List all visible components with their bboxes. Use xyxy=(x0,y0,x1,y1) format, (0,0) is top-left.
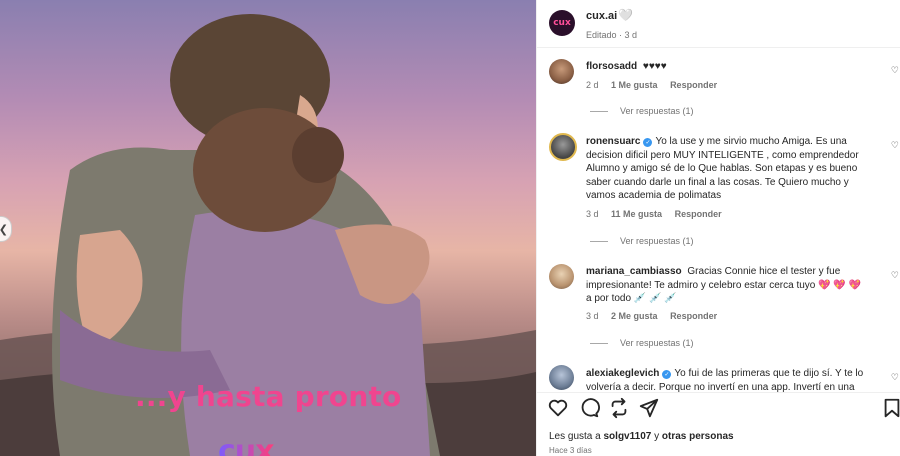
comment-likes[interactable]: 11 Me gusta xyxy=(611,209,662,219)
comment-text: ♥♥♥♥ xyxy=(642,61,667,72)
comment-age: 3 d xyxy=(586,311,599,321)
post-sidebar: cux cux.ai 🤍 Editado · 3 d florsosadd ♥♥… xyxy=(536,0,900,456)
comment-icon[interactable] xyxy=(578,397,600,419)
heart-icon[interactable] xyxy=(547,397,569,419)
edited-timestamp: Editado · 3 d xyxy=(586,30,638,40)
comment-age: 3 d xyxy=(586,209,599,219)
comment-like-heart-icon[interactable]: ♡ xyxy=(891,373,899,383)
comment-username[interactable]: ronensuarc xyxy=(586,136,640,147)
comment-likes[interactable]: 2 Me gusta xyxy=(611,311,658,321)
comment-username[interactable]: mariana_cambiasso xyxy=(586,266,682,277)
replies-divider xyxy=(590,343,608,345)
likes-and: y xyxy=(654,431,660,442)
comment-reply-button[interactable]: Responder xyxy=(670,311,717,321)
avatar[interactable] xyxy=(549,264,574,289)
author-heart-icon: 🤍 xyxy=(618,8,633,22)
avatar[interactable] xyxy=(549,59,574,84)
comment-username[interactable]: alexiakeglevich xyxy=(586,368,659,379)
post-image[interactable]: ❮ ...y hasta pronto cux xyxy=(0,0,536,456)
image-logo: cux xyxy=(218,434,274,456)
author-username[interactable]: cux.ai xyxy=(586,10,617,22)
post-actions-bar: Les gusta a solgv1107 y otras personas H… xyxy=(537,392,900,456)
avatar[interactable] xyxy=(549,365,574,390)
comment-like-heart-icon[interactable]: ♡ xyxy=(891,141,899,151)
replies-divider xyxy=(590,111,608,113)
repost-icon[interactable] xyxy=(608,397,630,419)
send-icon[interactable] xyxy=(638,397,660,419)
comment-reply-button[interactable]: Responder xyxy=(675,209,722,219)
comment-age: 2 d xyxy=(586,80,599,90)
view-replies-label: Ver respuestas (1) xyxy=(620,236,694,246)
view-replies-label: Ver respuestas (1) xyxy=(620,338,694,348)
image-caption-text: ...y hasta pronto xyxy=(135,380,402,413)
likes-prefix: Les gusta a xyxy=(549,431,601,442)
view-replies-button[interactable]: Ver respuestas (1) xyxy=(590,338,694,348)
post-date: Hace 3 días xyxy=(549,446,592,455)
likes-user-link[interactable]: solgv1107 xyxy=(604,431,652,442)
bookmark-icon[interactable] xyxy=(881,397,900,419)
verified-badge-icon: ✓ xyxy=(643,138,653,147)
likes-others-link[interactable]: otras personas xyxy=(662,431,734,442)
view-replies-label: Ver respuestas (1) xyxy=(620,106,694,116)
comment-like-heart-icon[interactable]: ♡ xyxy=(891,66,899,76)
comment-likes[interactable]: 1 Me gusta xyxy=(611,80,658,90)
comment: alexiakeglevich ✓ Yo fui de las primeras q… xyxy=(537,364,900,392)
replies-divider xyxy=(590,241,608,243)
comment-reply-button[interactable]: Responder xyxy=(670,80,717,90)
view-replies-button[interactable]: Ver respuestas (1) xyxy=(590,106,694,116)
likes-summary: Les gusta a solgv1107 y otras personas xyxy=(549,431,734,442)
comment-like-heart-icon[interactable]: ♡ xyxy=(891,271,899,281)
verified-badge-icon: ✓ xyxy=(662,370,672,379)
view-replies-button[interactable]: Ver respuestas (1) xyxy=(590,236,694,246)
comment-username[interactable]: florsosadd xyxy=(586,61,637,72)
post-header: cux cux.ai 🤍 Editado · 3 d xyxy=(537,0,900,48)
avatar[interactable] xyxy=(549,133,577,161)
author-avatar[interactable]: cux xyxy=(549,10,575,36)
